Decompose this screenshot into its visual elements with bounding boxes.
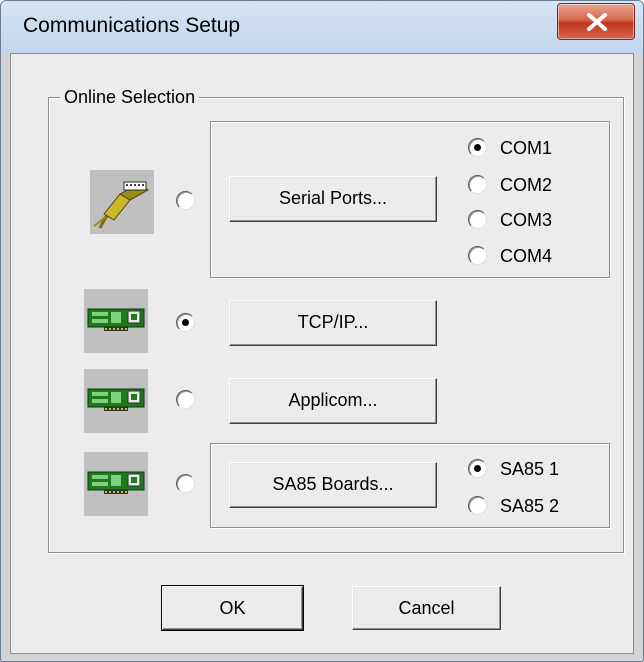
sa85-boards-button-label: SA85 Boards... — [272, 474, 394, 494]
com4-radio[interactable] — [468, 246, 487, 265]
com2-radio[interactable] — [468, 175, 487, 194]
serial-ports-button-label: Serial Ports... — [278, 188, 388, 208]
cancel-button[interactable]: Cancel — [352, 586, 501, 630]
applicom-button-label: Applicom... — [288, 390, 378, 410]
dialog-window: Communications Setup Online Selection Se… — [0, 0, 644, 662]
com3-label: COM3 — [500, 210, 553, 230]
network-card-icon — [84, 369, 148, 433]
online-selection-label: Online Selection — [60, 86, 200, 108]
tcpip-button[interactable]: TCP/IP... — [229, 300, 437, 346]
title-bar[interactable]: Communications Setup — [1, 1, 643, 53]
ok-button[interactable]: OK — [161, 585, 304, 631]
serial-cable-icon — [90, 170, 154, 234]
com1-radio[interactable] — [468, 138, 487, 157]
com1-label: COM1 — [500, 138, 553, 158]
ok-button-label: OK — [219, 598, 246, 618]
tcpip-radio[interactable] — [176, 313, 195, 332]
applicom-radio[interactable] — [176, 390, 195, 409]
serial-radio[interactable] — [176, 191, 195, 210]
close-x-icon — [587, 13, 607, 31]
com3-radio[interactable] — [468, 210, 487, 229]
network-card-icon — [84, 289, 148, 353]
com2-label: COM2 — [500, 175, 553, 195]
network-card-icon — [84, 452, 148, 516]
cancel-button-label: Cancel — [398, 598, 455, 618]
com4-label: COM4 — [500, 246, 553, 266]
sa85-2-radio[interactable] — [468, 496, 487, 515]
serial-ports-button[interactable]: Serial Ports... — [229, 176, 437, 222]
sa85-radio[interactable] — [176, 474, 195, 493]
window-title: Communications Setup — [23, 14, 241, 37]
sa85-1-label: SA85 1 — [500, 459, 560, 479]
applicom-button[interactable]: Applicom... — [229, 378, 437, 424]
sa85-2-label: SA85 2 — [500, 496, 560, 516]
close-button[interactable] — [557, 3, 635, 40]
dialog-client-area: Online Selection Serial Ports... COM1 CO… — [10, 53, 634, 654]
tcpip-button-label: TCP/IP... — [297, 312, 369, 332]
sa85-1-radio[interactable] — [468, 459, 487, 478]
sa85-boards-button[interactable]: SA85 Boards... — [229, 462, 437, 508]
